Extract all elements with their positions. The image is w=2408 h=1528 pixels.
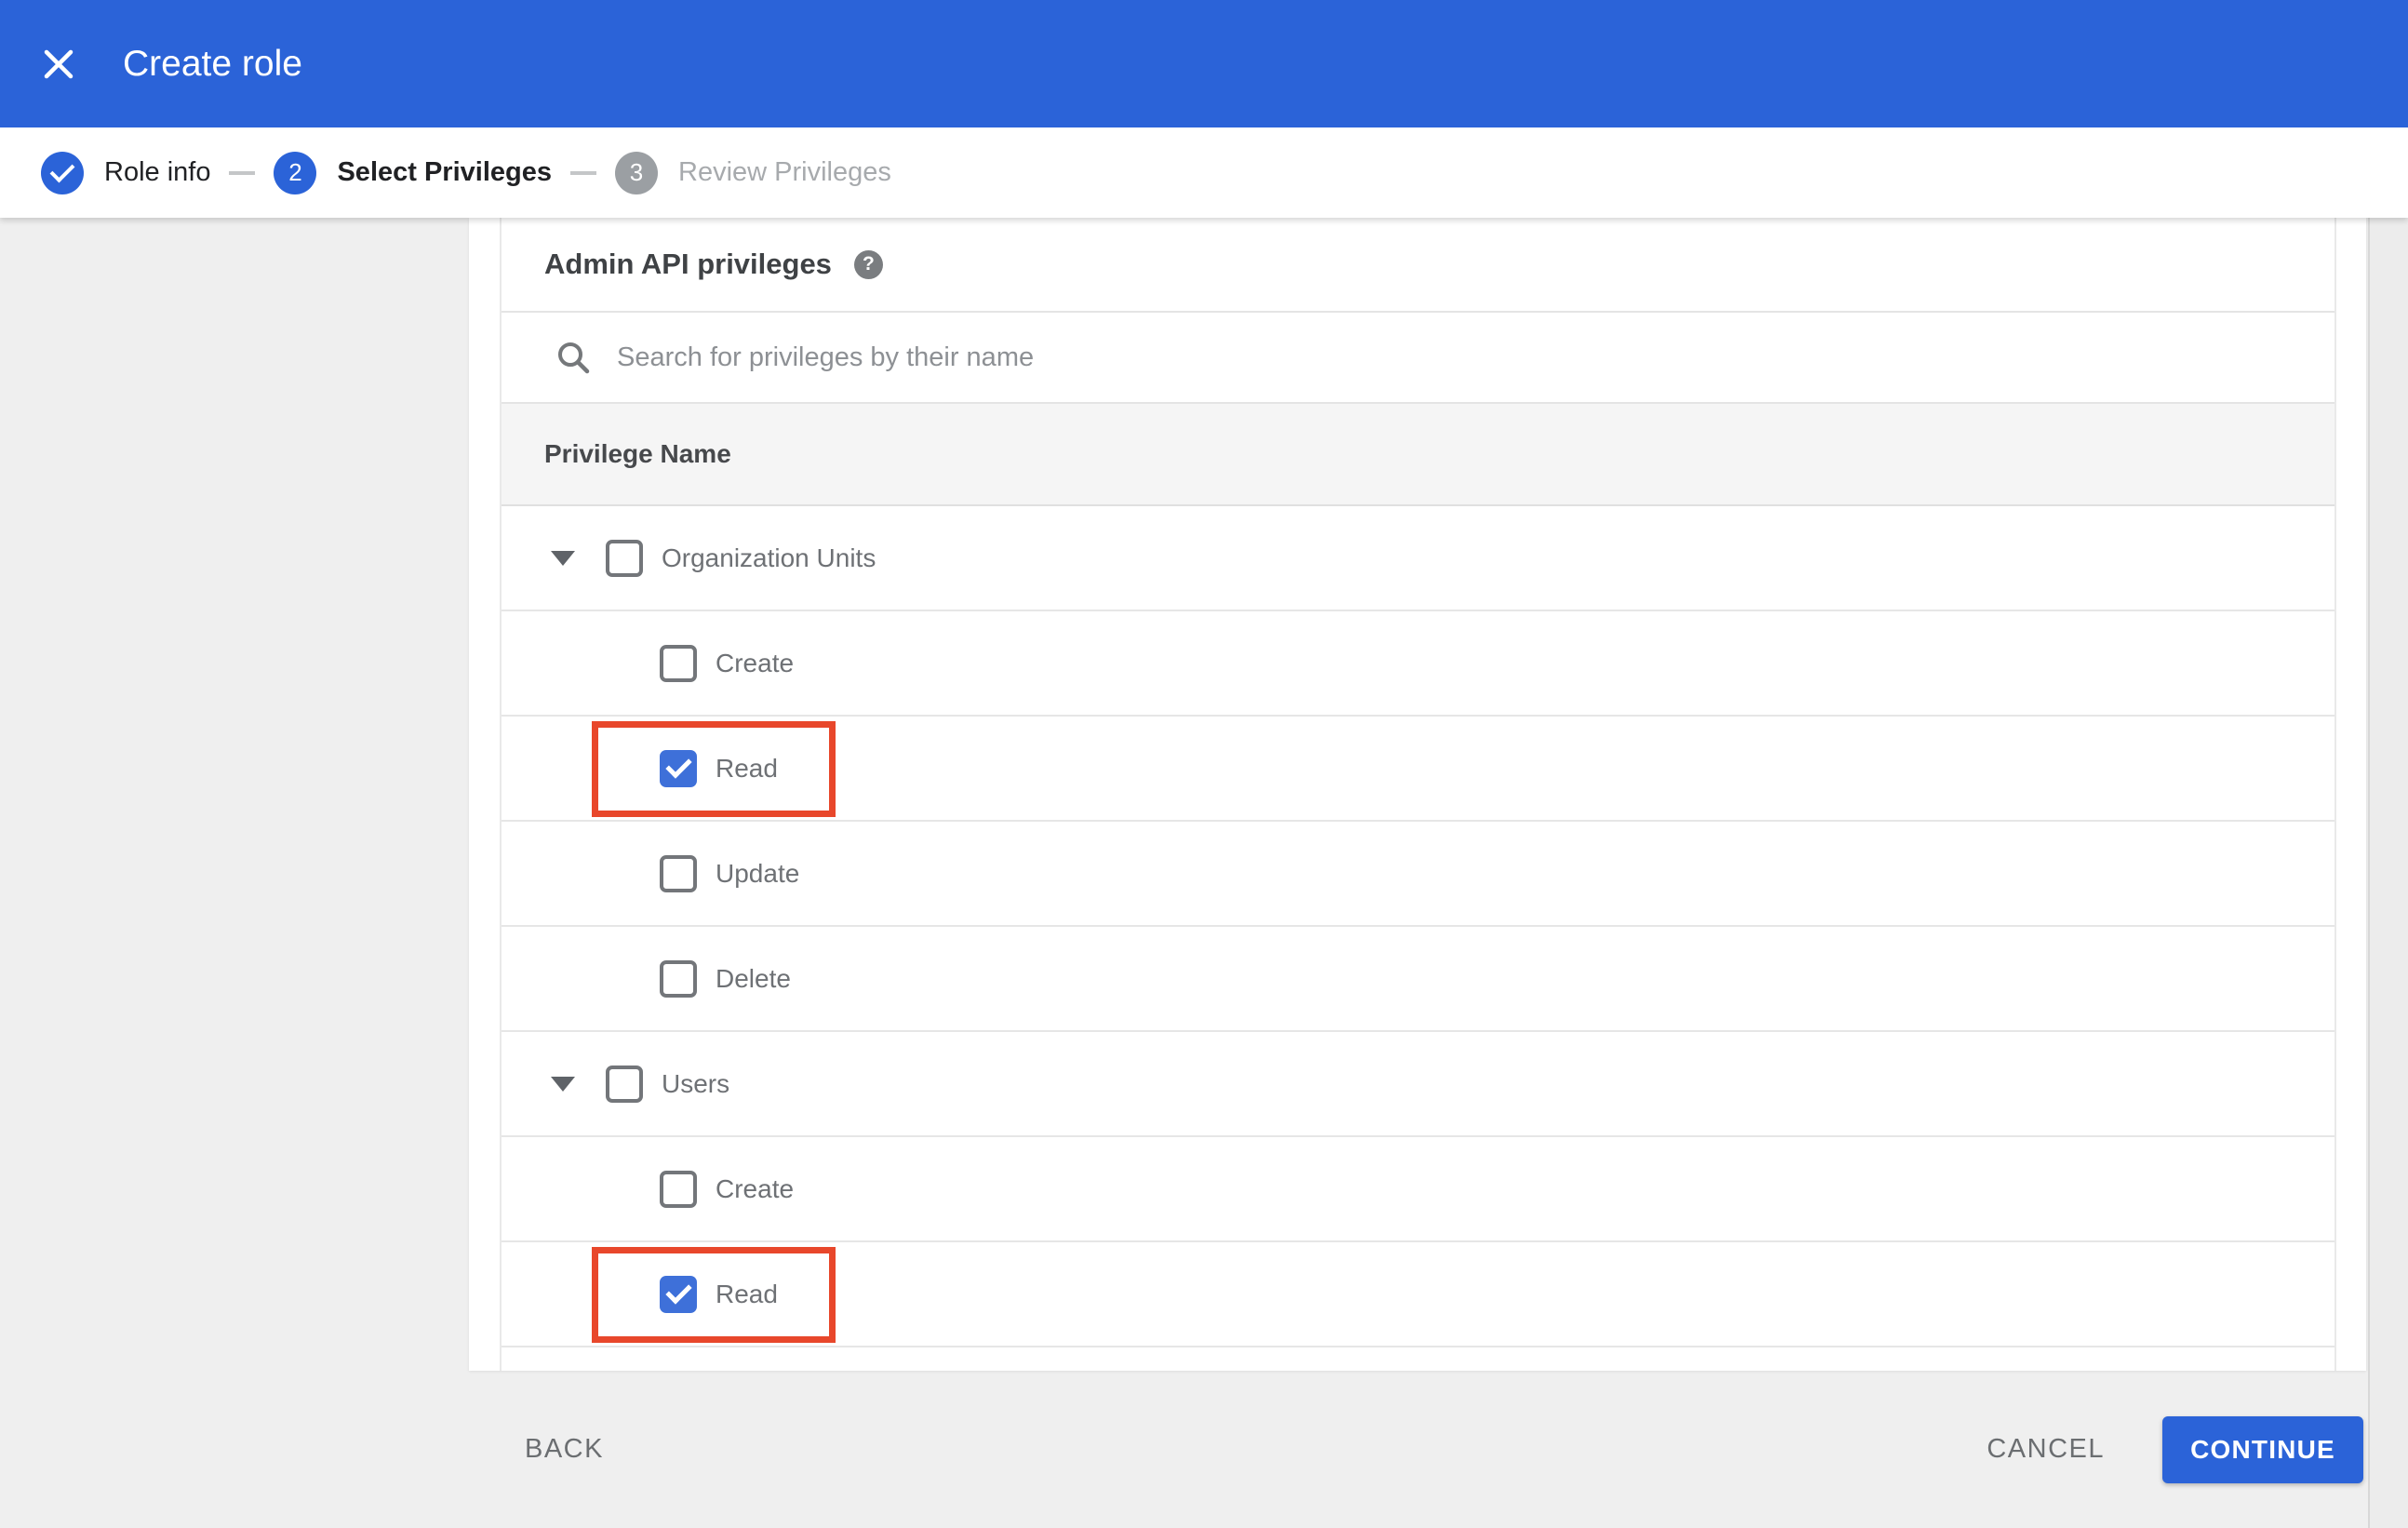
step-number-badge: 2: [274, 151, 317, 194]
privilege-group-label[interactable]: Organization Units: [662, 543, 876, 573]
privilege-row: Create: [502, 611, 2334, 717]
help-glyph: ?: [863, 253, 875, 275]
privilege-row: Create: [502, 1137, 2334, 1242]
close-icon[interactable]: [41, 47, 76, 82]
stepper-step-role-info: Role info: [41, 151, 211, 194]
collapse-arrow-icon[interactable]: [551, 1076, 575, 1092]
privilege-label[interactable]: Create: [716, 649, 794, 678]
privilege-checkbox[interactable]: [660, 1275, 697, 1313]
content-panel: Admin API privileges ? Privilege Name Or…: [469, 218, 2366, 1371]
cancel-button[interactable]: CANCEL: [1987, 1434, 2105, 1465]
privilege-checkbox[interactable]: [606, 539, 643, 577]
privilege-row: Read: [502, 717, 2334, 822]
privilege-checkbox[interactable]: [660, 749, 697, 787]
step-connector: [229, 170, 256, 175]
privilege-checkbox[interactable]: [660, 854, 697, 892]
search-input[interactable]: [615, 341, 2334, 374]
collapse-arrow-icon[interactable]: [551, 550, 575, 566]
privilege-label[interactable]: Delete: [716, 964, 791, 994]
stepper-step-select-privileges: 2 Select Privileges: [274, 151, 552, 194]
selection-highlight-box: [592, 721, 836, 817]
privilege-checkbox[interactable]: [660, 959, 697, 998]
check-icon: [49, 157, 75, 182]
step-complete-check-icon: [41, 151, 84, 194]
privilege-checkbox[interactable]: [606, 1065, 643, 1103]
step-label: Role info: [104, 157, 211, 187]
step-label: Review Privileges: [678, 157, 891, 187]
dialog-title: Create role: [123, 43, 302, 84]
privilege-label[interactable]: Read: [716, 754, 778, 784]
stepper-step-review-privileges: 3 Review Privileges: [615, 151, 891, 194]
step-label: Select Privileges: [337, 157, 552, 187]
step-connector: [570, 170, 596, 175]
continue-button[interactable]: CONTINUE: [2162, 1415, 2363, 1483]
privilege-group-row: Organization Units: [502, 506, 2334, 611]
privileges-table: Organization Units Create Read Update Delete…: [502, 506, 2334, 1347]
dialog-header: Create role: [0, 0, 2408, 127]
footer-bar: BACK CANCEL CONTINUE: [0, 1371, 2408, 1528]
step-number-badge: 3: [615, 151, 658, 194]
back-button[interactable]: BACK: [525, 1434, 604, 1465]
stepper: Role info 2 Select Privileges 3 Review Privi…: [0, 127, 2408, 218]
privilege-checkbox[interactable]: [660, 644, 697, 682]
table-header-label: Privilege Name: [544, 439, 731, 468]
privilege-row: Update: [502, 822, 2334, 927]
privilege-checkbox[interactable]: [660, 1170, 697, 1208]
section-title: Admin API privileges: [544, 248, 832, 280]
privilege-row: Read: [502, 1242, 2334, 1347]
privilege-group-label[interactable]: Users: [662, 1069, 729, 1099]
privilege-group-row: Users: [502, 1032, 2334, 1137]
privilege-row: Delete: [502, 927, 2334, 1032]
search-row: [502, 313, 2334, 404]
privilege-label[interactable]: Update: [716, 859, 799, 889]
table-header-row: Privilege Name: [502, 404, 2334, 506]
help-icon[interactable]: ?: [853, 249, 883, 279]
privilege-label[interactable]: Read: [716, 1280, 778, 1309]
privilege-label[interactable]: Create: [716, 1174, 794, 1204]
search-icon: [555, 340, 591, 375]
section-title-row: Admin API privileges ?: [502, 218, 2334, 313]
selection-highlight-box: [592, 1247, 836, 1343]
privileges-card: Admin API privileges ? Privilege Name Or…: [500, 218, 2336, 1371]
scrollbar-track[interactable]: [2368, 218, 2408, 1528]
